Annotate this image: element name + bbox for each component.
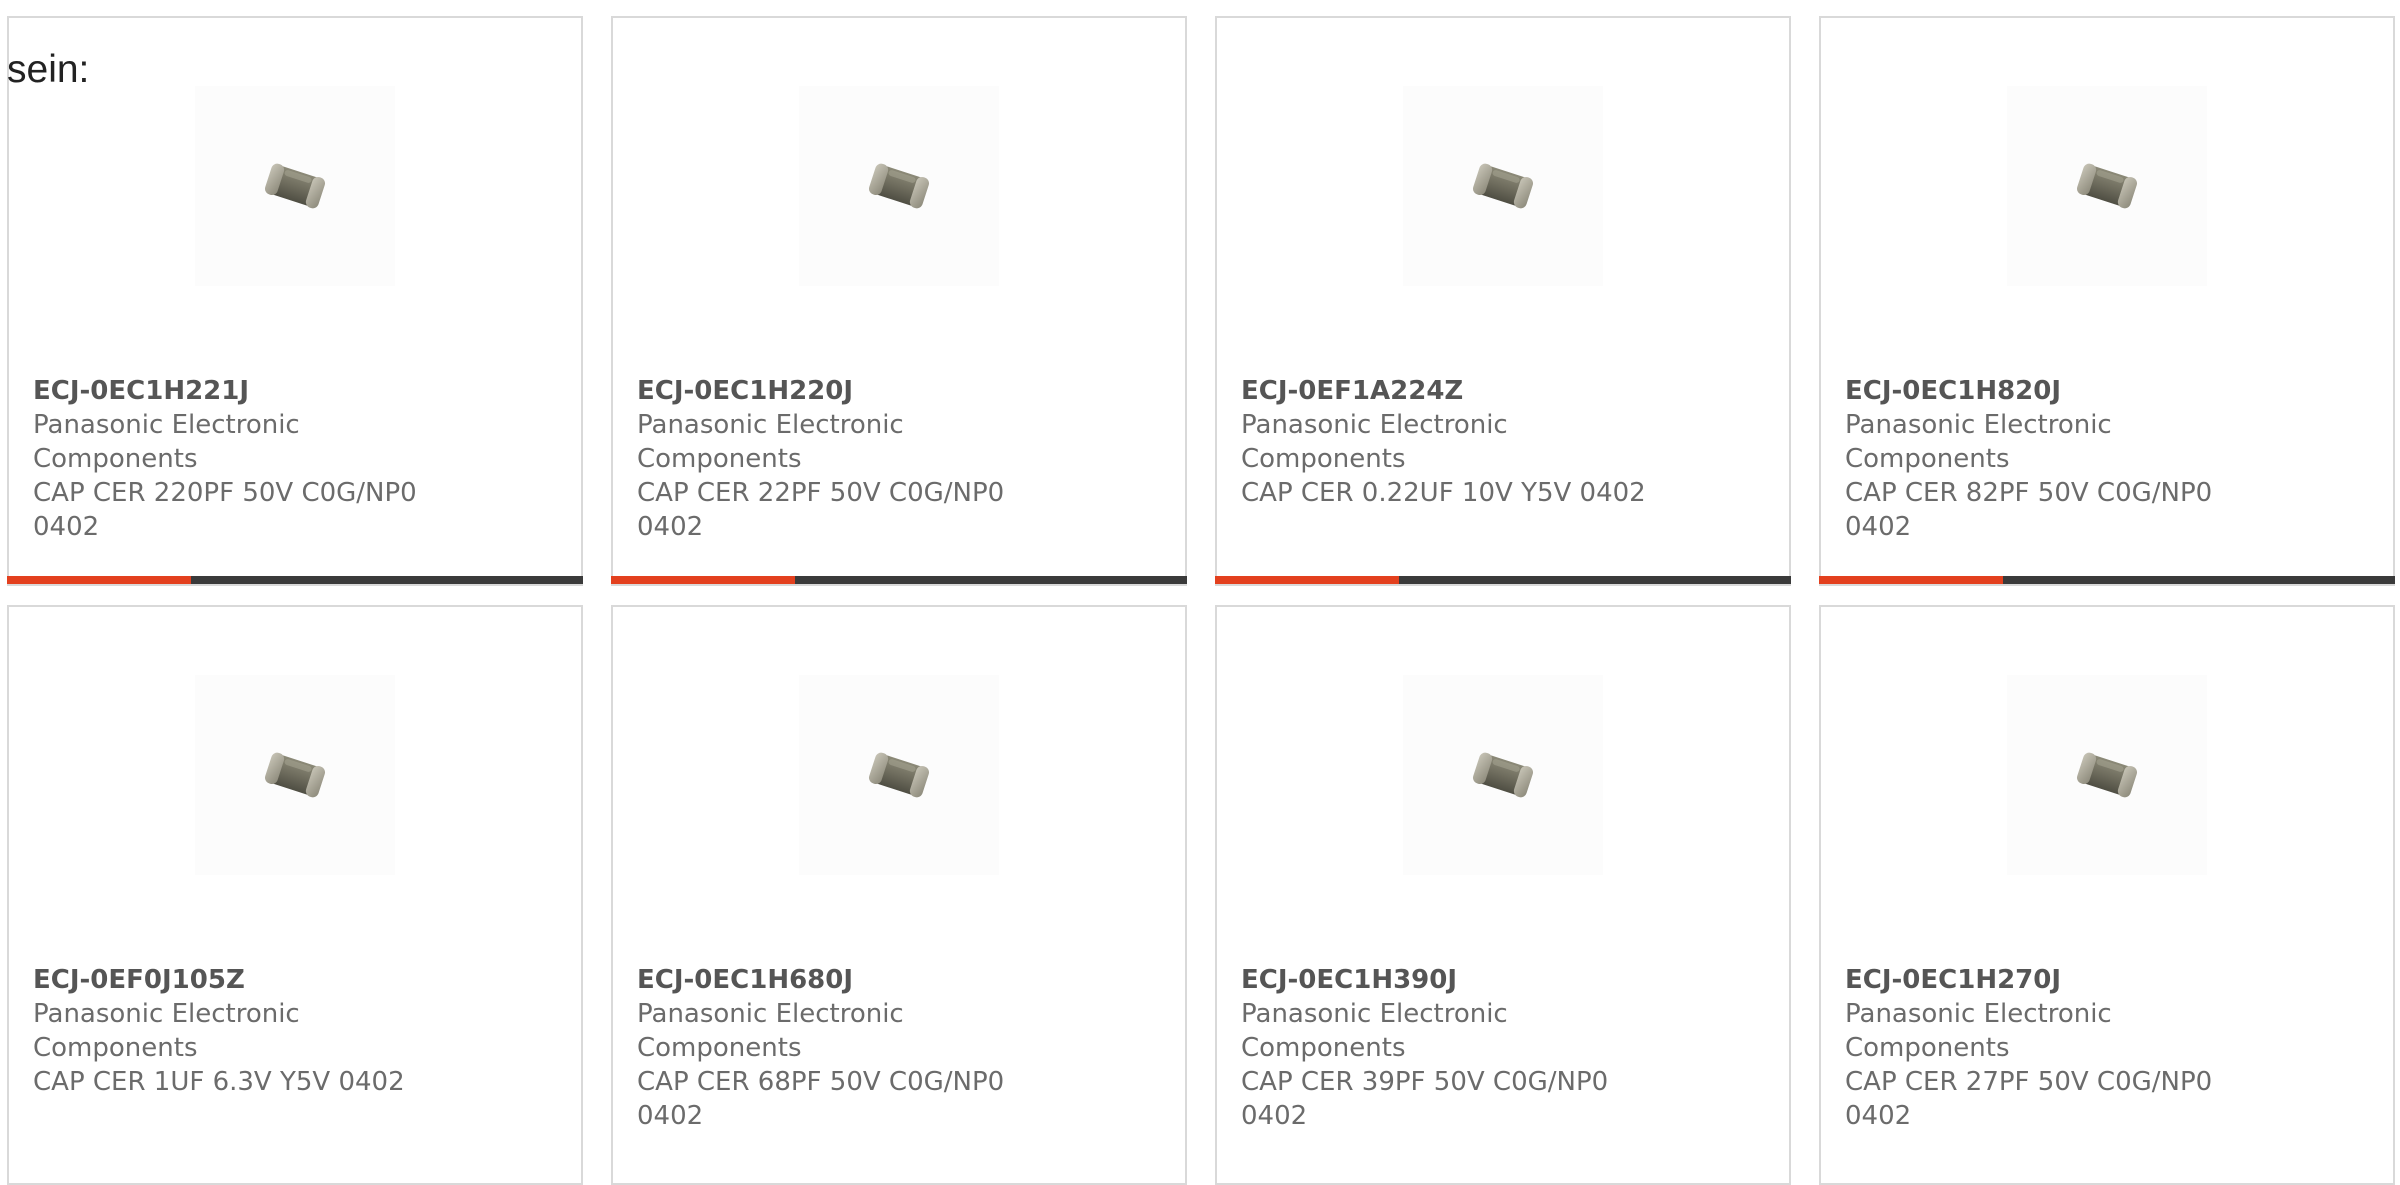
description: CAP CER 27PF 50V C0G/NP0 0402 [1845, 1067, 2213, 1131]
manufacturer: Panasonic Electronic Components [1845, 410, 2112, 474]
part-number[interactable]: ECJ-0EC1H221J [33, 374, 463, 408]
part-number[interactable]: ECJ-0EC1H390J [1241, 963, 1671, 997]
product-card[interactable]: ECJ-0EF0J105Z Panasonic Electronic Compon… [7, 605, 583, 1185]
description: CAP CER 1UF 6.3V Y5V 0402 [33, 1067, 405, 1097]
product-info: ECJ-0EC1H390J Panasonic Electronic Compon… [1241, 963, 1671, 1133]
product-info: ECJ-0EC1H220J Panasonic Electronic Compon… [637, 374, 1067, 544]
progress-fill [1819, 576, 2004, 584]
product-card[interactable]: ECJ-0EC1H390J Panasonic Electronic Compon… [1215, 605, 1791, 1185]
description: CAP CER 0.22UF 10V Y5V 0402 [1241, 478, 1646, 508]
intro-text: sein: [7, 48, 90, 91]
progress-bar [1819, 576, 2395, 584]
manufacturer: Panasonic Electronic Components [33, 999, 300, 1063]
product-card[interactable]: ECJ-0EC1H270J Panasonic Electronic Compon… [1819, 605, 2395, 1185]
progress-bar [7, 576, 583, 584]
product-card[interactable]: ECJ-0EC1H221J Panasonic Electronic Compon… [7, 16, 583, 586]
ceramic-capacitor-icon[interactable] [799, 86, 999, 286]
progress-fill [1215, 576, 1400, 584]
part-number[interactable]: ECJ-0EC1H820J [1845, 374, 2275, 408]
progress-fill [7, 576, 192, 584]
product-card[interactable]: ECJ-0EF1A224Z Panasonic Electronic Compon… [1215, 16, 1791, 586]
product-info: ECJ-0EF0J105Z Panasonic Electronic Compon… [33, 963, 463, 1099]
description: CAP CER 22PF 50V C0G/NP0 0402 [637, 478, 1005, 542]
description: CAP CER 220PF 50V C0G/NP0 0402 [33, 478, 417, 542]
part-number[interactable]: ECJ-0EC1H270J [1845, 963, 2275, 997]
part-number[interactable]: ECJ-0EF1A224Z [1241, 374, 1671, 408]
description: CAP CER 82PF 50V C0G/NP0 0402 [1845, 478, 2213, 542]
progress-bar [1215, 576, 1791, 584]
progress-bar [611, 576, 1187, 584]
ceramic-capacitor-icon[interactable] [799, 675, 999, 875]
ceramic-capacitor-icon[interactable] [1403, 675, 1603, 875]
ceramic-capacitor-icon[interactable] [2007, 675, 2207, 875]
manufacturer: Panasonic Electronic Components [637, 410, 904, 474]
ceramic-capacitor-icon[interactable] [195, 675, 395, 875]
product-card[interactable]: ECJ-0EC1H820J Panasonic Electronic Compon… [1819, 16, 2395, 586]
product-info: ECJ-0EF1A224Z Panasonic Electronic Compon… [1241, 374, 1671, 510]
product-info: ECJ-0EC1H820J Panasonic Electronic Compon… [1845, 374, 2275, 544]
product-info: ECJ-0EC1H680J Panasonic Electronic Compon… [637, 963, 1067, 1133]
product-card[interactable]: ECJ-0EC1H680J Panasonic Electronic Compon… [611, 605, 1187, 1185]
manufacturer: Panasonic Electronic Components [33, 410, 300, 474]
ceramic-capacitor-icon[interactable] [2007, 86, 2207, 286]
ceramic-capacitor-icon[interactable] [195, 86, 395, 286]
description: CAP CER 68PF 50V C0G/NP0 0402 [637, 1067, 1005, 1131]
product-info: ECJ-0EC1H221J Panasonic Electronic Compon… [33, 374, 463, 544]
part-number[interactable]: ECJ-0EC1H220J [637, 374, 1067, 408]
manufacturer: Panasonic Electronic Components [1241, 999, 1508, 1063]
ceramic-capacitor-icon[interactable] [1403, 86, 1603, 286]
part-number[interactable]: ECJ-0EC1H680J [637, 963, 1067, 997]
manufacturer: Panasonic Electronic Components [637, 999, 904, 1063]
progress-fill [611, 576, 796, 584]
manufacturer: Panasonic Electronic Components [1845, 999, 2112, 1063]
product-card[interactable]: ECJ-0EC1H220J Panasonic Electronic Compon… [611, 16, 1187, 586]
description: CAP CER 39PF 50V C0G/NP0 0402 [1241, 1067, 1609, 1131]
part-number[interactable]: ECJ-0EF0J105Z [33, 963, 463, 997]
product-info: ECJ-0EC1H270J Panasonic Electronic Compon… [1845, 963, 2275, 1133]
manufacturer: Panasonic Electronic Components [1241, 410, 1508, 474]
